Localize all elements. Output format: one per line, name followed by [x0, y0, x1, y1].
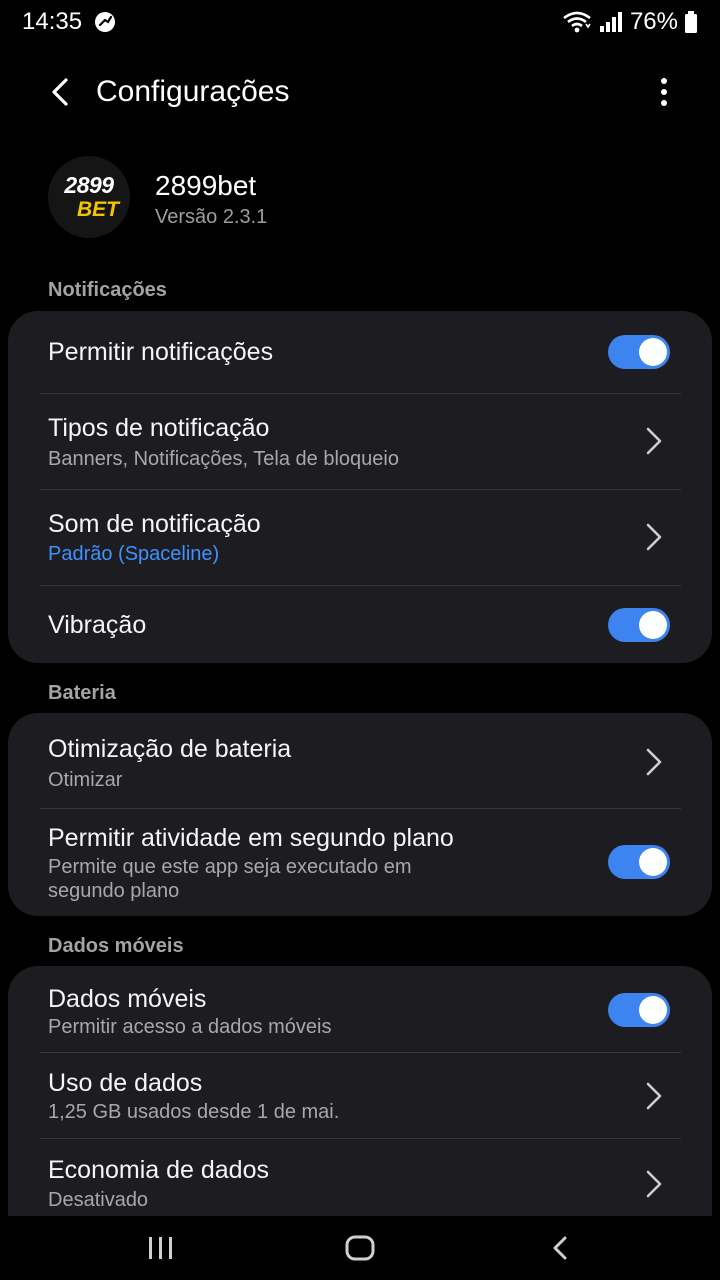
- row-title: Dados móveis: [48, 985, 207, 1013]
- status-time: 14:35: [22, 8, 83, 35]
- section-header-mobile-data: Dados móveis: [48, 935, 184, 957]
- toggle-knob: [639, 996, 667, 1024]
- chevron-right-icon: [646, 523, 662, 551]
- back-icon[interactable]: [540, 1232, 580, 1264]
- row-subtitle: Desativado: [48, 1189, 149, 1211]
- page-title: Configurações: [96, 75, 290, 108]
- row-notification-sound[interactable]: Som de notificação Padrão (Spaceline): [8, 490, 712, 585]
- more-vert-icon[interactable]: [646, 70, 682, 114]
- recents-icon[interactable]: [141, 1232, 181, 1264]
- row-data-saver[interactable]: Economia de dados Desativado: [8, 1139, 712, 1216]
- row-subtitle: Otimizar: [48, 769, 123, 791]
- app-name: 2899bet: [155, 170, 257, 201]
- row-data-usage[interactable]: Uso de dados 1,25 GB usados desde 1 de m…: [8, 1053, 712, 1138]
- battery-card: Otimização de bateria Otimizar Permitir …: [8, 713, 712, 916]
- toggle-knob: [639, 611, 667, 639]
- row-subtitle: Permitir acesso a dados móveis: [48, 1016, 332, 1038]
- row-mobile-data[interactable]: Dados móveis Permitir acesso a dados móv…: [8, 966, 712, 1052]
- row-title: Uso de dados: [48, 1069, 203, 1097]
- section-header-battery: Bateria: [48, 682, 116, 704]
- row-subtitle: 1,25 GB usados desde 1 de mai.: [48, 1101, 340, 1123]
- row-subtitle: Banners, Notificações, Tela de bloqueio: [48, 448, 399, 470]
- row-title: Som de notificação: [48, 510, 261, 538]
- section-header-notifications: Notificações: [48, 279, 167, 301]
- row-background-activity[interactable]: Permitir atividade em segundo plano Perm…: [8, 809, 712, 916]
- row-title: Tipos de notificação: [48, 414, 270, 442]
- chevron-right-icon: [646, 427, 662, 455]
- status-bar: 14:35 76%: [0, 0, 720, 44]
- allow-notifications-toggle[interactable]: [608, 335, 670, 369]
- no-disturb-icon: [94, 11, 116, 33]
- row-battery-optimization[interactable]: Otimização de bateria Otimizar: [8, 713, 712, 808]
- row-subtitle: Padrão (Spaceline): [48, 543, 220, 565]
- app-logo: 2899 BET: [48, 156, 130, 238]
- row-allow-notifications[interactable]: Permitir notificações: [8, 311, 712, 393]
- chevron-right-icon: [646, 1170, 662, 1198]
- row-title: Economia de dados: [48, 1156, 269, 1184]
- logo-text-bottom: BET: [77, 198, 119, 221]
- row-title: Vibração: [48, 611, 147, 639]
- toggle-knob: [639, 848, 667, 876]
- row-title: Permitir notificações: [48, 338, 274, 366]
- home-icon[interactable]: [340, 1232, 380, 1264]
- row-title: Permitir atividade em segundo plano: [48, 824, 454, 852]
- row-subtitle: Permite que este app seja executado em s…: [48, 856, 412, 902]
- app-header: 2899 BET 2899bet Versão 2.3.1: [48, 156, 668, 242]
- notifications-card: Permitir notificações Tipos de notificaç…: [8, 311, 712, 663]
- background-activity-toggle[interactable]: [608, 845, 670, 879]
- back-arrow-icon[interactable]: [38, 70, 82, 114]
- mobile-data-toggle[interactable]: [608, 993, 670, 1027]
- app-version: Versão 2.3.1: [155, 206, 268, 228]
- row-notification-types[interactable]: Tipos de notificação Banners, Notificaçõ…: [8, 394, 712, 489]
- settings-screen: 14:35 76% Configurações 2899 BET 2899bet…: [0, 0, 720, 1280]
- battery-icon: [684, 10, 698, 34]
- mobile-data-card: Dados móveis Permitir acesso a dados móv…: [8, 966, 712, 1216]
- signal-icon: [598, 10, 624, 34]
- row-title: Otimização de bateria: [48, 735, 292, 763]
- row-vibration[interactable]: Vibração: [8, 586, 712, 663]
- chevron-right-icon: [646, 1082, 662, 1110]
- chevron-right-icon: [646, 748, 662, 776]
- navigation-bar: [0, 1216, 720, 1280]
- wifi-icon: [562, 10, 592, 34]
- battery-percent: 76%: [629, 8, 678, 35]
- vibration-toggle[interactable]: [608, 608, 670, 642]
- toggle-knob: [639, 338, 667, 366]
- app-bar: Configurações: [0, 56, 720, 128]
- logo-text-top: 2899: [64, 172, 114, 198]
